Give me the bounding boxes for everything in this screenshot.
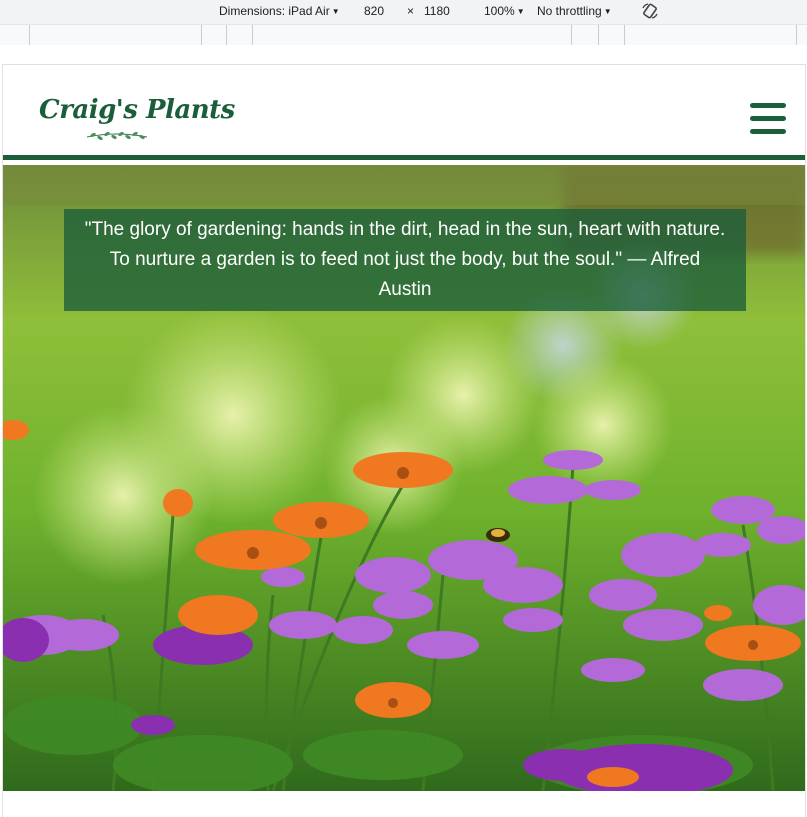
height-input[interactable]: 1180 bbox=[424, 4, 450, 18]
hero-banner: "The glory of gardening: hands in the di… bbox=[3, 165, 805, 791]
times-separator: × bbox=[407, 4, 415, 18]
devtools-controls-row: Dimensions: iPad Air ▼ 820 × 1180 100% ▼ N… bbox=[0, 0, 807, 24]
dimensions-caret-icon: ▼ bbox=[331, 7, 340, 16]
dimensions-dropdown[interactable]: Dimensions: iPad Air ▼ bbox=[219, 4, 340, 18]
page-content-start bbox=[3, 791, 805, 817]
device-viewport: Craig's Plants "The glory of gardening: … bbox=[2, 64, 806, 817]
logo-text: Craig's Plants bbox=[39, 95, 235, 125]
hamburger-menu-icon[interactable] bbox=[750, 103, 786, 135]
bee-icon bbox=[486, 528, 510, 542]
zoom-caret-icon: ▼ bbox=[516, 7, 525, 16]
zoom-dropdown[interactable]: 100% ▼ bbox=[484, 4, 525, 18]
zoom-label: 100% bbox=[484, 4, 515, 18]
media-query-ruler[interactable] bbox=[0, 24, 807, 45]
quote-banner: "The glory of gardening: hands in the di… bbox=[64, 209, 746, 311]
throttling-label: No throttling bbox=[537, 4, 602, 18]
site-logo[interactable]: Craig's Plants bbox=[39, 95, 235, 151]
throttling-caret-icon: ▼ bbox=[603, 7, 612, 16]
site-header: Craig's Plants bbox=[3, 65, 805, 160]
rotate-icon[interactable] bbox=[641, 2, 659, 20]
dimensions-label: Dimensions: iPad Air bbox=[219, 4, 330, 18]
hero-quote: "The glory of gardening: hands in the di… bbox=[84, 219, 726, 300]
throttling-dropdown[interactable]: No throttling ▼ bbox=[537, 4, 612, 18]
devtools-device-toolbar: Dimensions: iPad Air ▼ 820 × 1180 100% ▼ N… bbox=[0, 0, 807, 45]
width-input[interactable]: 820 bbox=[364, 4, 384, 18]
leaf-vine-icon bbox=[86, 131, 148, 141]
